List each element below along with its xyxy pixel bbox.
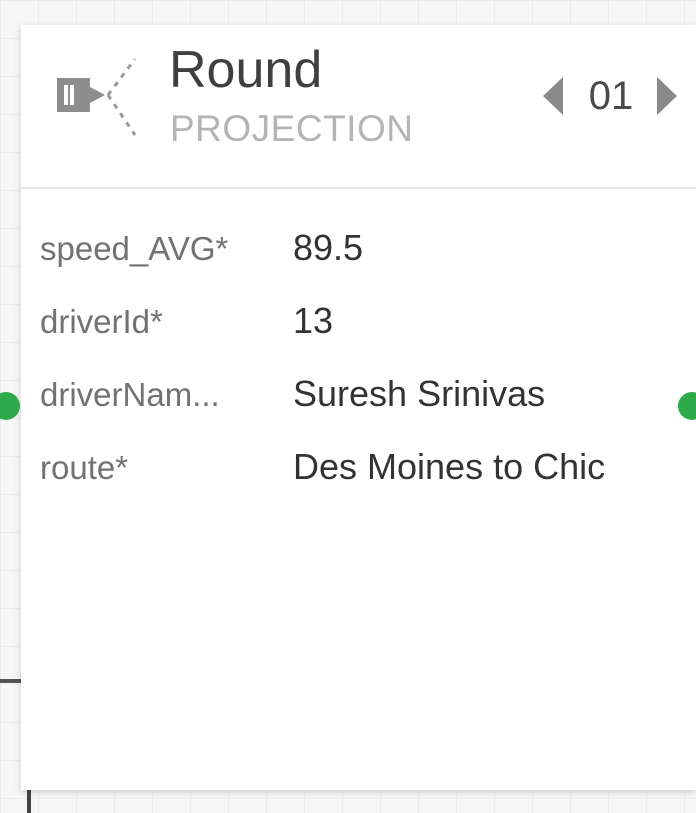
field-value: 89.5 (293, 227, 364, 268)
field-name: driverNam... (40, 376, 220, 413)
pager-value: 01 (588, 74, 634, 118)
projection-icon (57, 58, 137, 136)
canvas-connector-stub-bottom (27, 790, 31, 813)
node-type-label: PROJECTION (170, 108, 414, 149)
field-value: Des Moines to Chic (293, 446, 606, 487)
field-value: 13 (293, 300, 334, 341)
node-title: Round (169, 41, 323, 99)
node-pager: 01 (543, 72, 683, 122)
input-port-icon[interactable] (0, 392, 20, 420)
field-name: route* (40, 449, 129, 486)
field-value: Suresh Srinivas (293, 373, 546, 414)
field-row: speed_AVG* 89.5 (21, 221, 696, 294)
triangle-left-icon[interactable] (543, 77, 563, 115)
field-row: driverNam... Suresh Srinivas (21, 367, 696, 440)
field-name: driverId* (40, 303, 163, 340)
field-row: driverId* 13 (21, 294, 696, 367)
field-row: route* Des Moines to Chic (21, 440, 696, 513)
canvas-connector-stub (0, 679, 22, 683)
field-name: speed_AVG* (40, 230, 229, 267)
triangle-right-icon[interactable] (657, 77, 677, 115)
field-list: speed_AVG* 89.5 driverId* 13 driverNam..… (21, 221, 696, 513)
projection-node-card[interactable]: Round PROJECTION 01 speed_AVG* 89.5 driv… (21, 25, 696, 790)
node-header: Round PROJECTION 01 (21, 25, 696, 189)
